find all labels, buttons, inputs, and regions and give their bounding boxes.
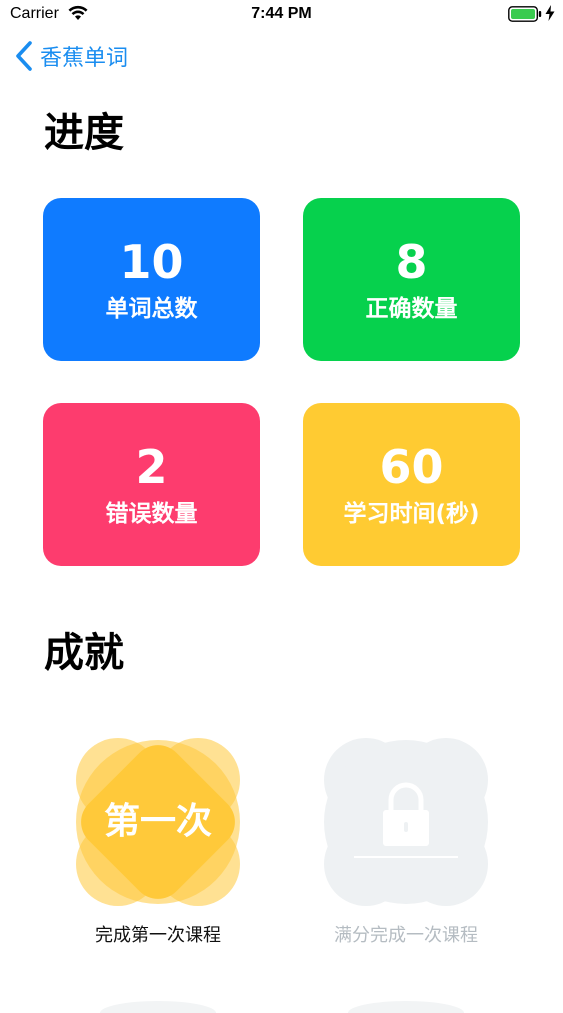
stat-label: 学习时间(秒): [343, 501, 480, 527]
stat-card-total-words: 10 单词总数: [43, 198, 260, 361]
achievements-title: 成就: [44, 630, 124, 676]
charging-icon: [545, 5, 555, 21]
battery-icon: [508, 6, 542, 22]
stat-card-study-time: 60 学习时间(秒): [303, 403, 520, 566]
achievement-caption-first: 完成第一次课程: [95, 925, 221, 946]
stat-label: 单词总数: [105, 296, 198, 322]
stat-value: 2: [135, 440, 168, 494]
achievement-badge-label: 第一次: [103, 801, 212, 842]
achievement-badge-perfect[interactable]: [306, 722, 506, 922]
status-bar: Carrier 7:44 PM: [0, 0, 563, 30]
stat-value: 60: [379, 440, 444, 494]
stat-label: 正确数量: [365, 296, 458, 322]
stat-value: 10: [119, 235, 184, 289]
next-badge-peek: [348, 1001, 464, 1013]
stat-value: 8: [395, 235, 428, 289]
achievement-caption-perfect: 满分完成一次课程: [334, 925, 478, 946]
back-button-label: 香蕉单词: [40, 46, 129, 71]
stat-card-correct: 8 正确数量: [303, 198, 520, 361]
next-badge-peek: [100, 1001, 216, 1013]
locked-badge-icon: [324, 738, 488, 906]
status-time: 7:44 PM: [251, 5, 312, 22]
chevron-left-icon: [16, 41, 32, 71]
stat-label: 错误数量: [105, 501, 198, 527]
stat-card-wrong: 2 错误数量: [43, 403, 260, 566]
progress-title: 进度: [44, 110, 124, 156]
back-button[interactable]: 香蕉单词: [12, 38, 128, 74]
achievement-badge-first[interactable]: 第一次: [58, 722, 258, 922]
